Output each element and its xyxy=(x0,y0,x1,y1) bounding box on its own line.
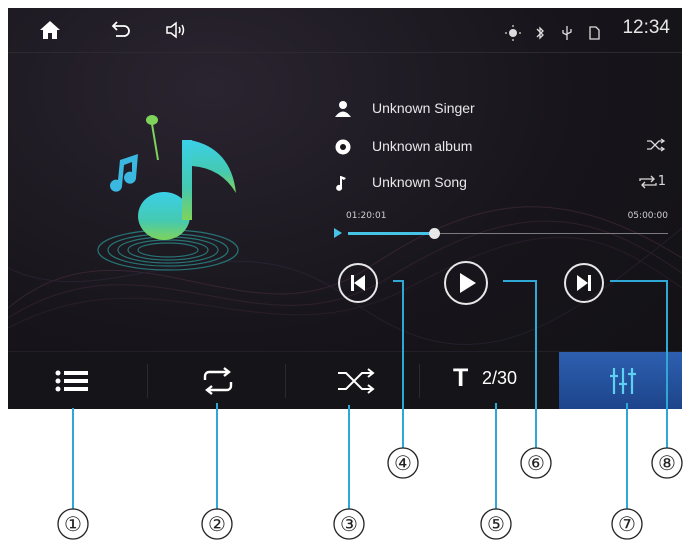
callout-6: ⑥ xyxy=(527,451,545,475)
shuffle-button[interactable] xyxy=(286,352,418,409)
total-time: 05:00:00 xyxy=(627,211,668,221)
volume-icon[interactable] xyxy=(164,18,188,42)
progress-start-marker xyxy=(334,228,342,238)
previous-track-icon xyxy=(351,275,365,291)
play-icon xyxy=(460,273,476,293)
callout-5: ⑤ xyxy=(487,512,505,536)
usb-icon xyxy=(558,25,576,41)
previous-track-button[interactable] xyxy=(338,263,378,303)
album-disc-icon xyxy=(335,139,351,155)
callout-8: ⑧ xyxy=(658,451,676,475)
song-row: Unknown Song 1 xyxy=(334,170,668,198)
repeat-icon xyxy=(203,367,233,395)
back-icon[interactable] xyxy=(108,18,132,42)
album-name: Unknown album xyxy=(372,138,473,154)
play-button[interactable] xyxy=(444,261,488,305)
brightness-icon xyxy=(504,24,522,41)
album-row: Unknown album xyxy=(334,134,668,162)
status-bar: 12:34 xyxy=(8,8,682,53)
track-count: 2/30 xyxy=(482,368,518,388)
equalizer-icon xyxy=(610,368,636,394)
playlist-button[interactable] xyxy=(8,352,146,409)
repeat-count: 1 xyxy=(657,174,666,189)
time-labels: 01:20:01 05:00:00 xyxy=(346,211,668,221)
next-track-icon xyxy=(577,275,591,291)
progress-knob[interactable] xyxy=(429,228,440,239)
track-prefix: T xyxy=(453,364,469,392)
status-indicators xyxy=(504,22,607,41)
clock: 12:34 xyxy=(622,17,670,38)
bluetooth-icon xyxy=(531,25,549,41)
song-note-icon xyxy=(336,176,346,191)
playlist-icon xyxy=(55,370,88,392)
repeat-button[interactable] xyxy=(148,352,284,409)
singer-icon xyxy=(335,101,351,117)
album-art-music-note-icon xyxy=(97,115,239,271)
next-track-button[interactable] xyxy=(564,263,604,303)
head-unit-screen: 12:34 Unknown Singer Unknown album Unkno… xyxy=(8,8,682,409)
callout-1: ① xyxy=(64,512,82,536)
bottom-bar: T 2/30 xyxy=(8,351,682,409)
singer-row: Unknown Singer xyxy=(334,96,668,124)
elapsed-time: 01:20:01 xyxy=(346,211,387,221)
callout-3: ③ xyxy=(340,512,358,536)
repeat-indicator: 1 xyxy=(638,174,666,189)
callout-2: ② xyxy=(208,512,226,536)
shuffle-indicator-icon xyxy=(647,138,666,152)
callout-4: ④ xyxy=(394,451,412,475)
progress-bar[interactable] xyxy=(334,226,668,240)
singer-name: Unknown Singer xyxy=(372,100,475,116)
shuffle-icon xyxy=(338,368,375,394)
callout-7: ⑦ xyxy=(618,512,636,536)
home-icon[interactable] xyxy=(38,18,62,42)
shuffle-indicator xyxy=(646,138,666,156)
song-name: Unknown Song xyxy=(372,174,467,190)
track-indicator: T 2/30 xyxy=(420,352,558,409)
sd-card-icon xyxy=(585,25,603,41)
repeat-indicator-icon xyxy=(639,175,657,188)
equalizer-button[interactable] xyxy=(559,352,682,409)
progress-fill xyxy=(348,232,434,235)
